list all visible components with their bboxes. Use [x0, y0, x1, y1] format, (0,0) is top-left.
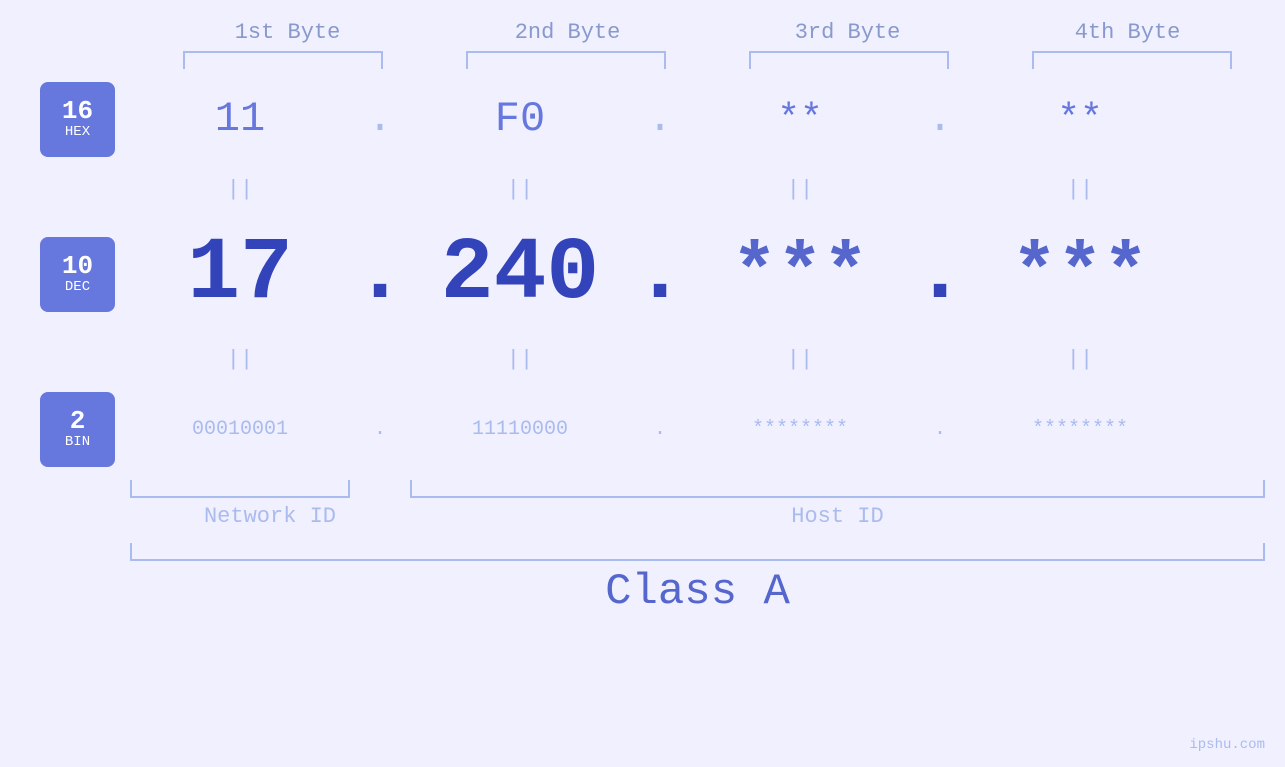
dec-dot-2: . — [630, 225, 690, 324]
hex-val-1: 11 — [130, 95, 350, 143]
dec-dot-3: . — [910, 225, 970, 324]
bracket-3 — [749, 51, 949, 69]
bin-dot-2: . — [630, 418, 690, 441]
dec-val-2: 240 — [410, 225, 630, 324]
bin-val-2: 11110000 — [410, 418, 630, 441]
hex-badge: 16 HEX — [40, 82, 115, 157]
class-section: Class A — [130, 543, 1265, 617]
data-rows: 11 . F0 . ** . ** || || || || 17 — [130, 74, 1265, 767]
network-id-label: Network ID — [130, 504, 410, 529]
host-bracket — [410, 480, 1265, 498]
class-label: Class A — [130, 567, 1265, 617]
hex-row: 11 . F0 . ** . ** — [130, 74, 1265, 164]
sep-row-1: || || || || — [130, 164, 1265, 214]
sep-1-4: || — [970, 177, 1190, 202]
hex-dot-3: . — [910, 95, 970, 143]
sep-2-3: || — [690, 347, 910, 372]
sep-1-1: || — [130, 177, 350, 202]
bracket-4 — [1032, 51, 1232, 69]
dec-val-1: 17 — [130, 225, 350, 324]
bin-row: 00010001 . 11110000 . ******** . *******… — [130, 384, 1265, 474]
bin-val-1: 00010001 — [130, 418, 350, 441]
bin-val-3: ******** — [690, 418, 910, 441]
bin-val-4: ******** — [970, 418, 1190, 441]
sep-1-3: || — [690, 177, 910, 202]
hex-dot-2: . — [630, 95, 690, 143]
sep-2-1: || — [130, 347, 350, 372]
dec-dot-1: . — [350, 225, 410, 324]
byte-header-4: 4th Byte — [1018, 20, 1238, 45]
bin-dot-1: . — [350, 418, 410, 441]
bracket-2 — [466, 51, 666, 69]
dec-row: 17 . 240 . *** . *** — [130, 214, 1265, 334]
id-labels: Network ID Host ID — [130, 504, 1265, 529]
hex-val-3: ** — [690, 98, 910, 141]
byte-header-3: 3rd Byte — [738, 20, 958, 45]
hex-val-4: ** — [970, 98, 1190, 141]
sep-row-2: || || || || — [130, 334, 1265, 384]
sep-1-2: || — [410, 177, 630, 202]
page-container: 1st Byte 2nd Byte 3rd Byte 4th Byte 16 H… — [0, 0, 1285, 767]
class-bracket — [130, 543, 1265, 561]
bin-dot-3: . — [910, 418, 970, 441]
bottom-brackets — [130, 480, 1265, 498]
dec-val-4: *** — [970, 231, 1190, 317]
hex-dot-1: . — [350, 95, 410, 143]
bin-badge: 2 BIN — [40, 392, 115, 467]
dec-val-3: *** — [690, 231, 910, 317]
watermark: ipshu.com — [1189, 737, 1265, 753]
sep-2-4: || — [970, 347, 1190, 372]
badges-column: 16 HEX 10 DEC 2 BIN — [0, 74, 130, 767]
byte-header-1: 1st Byte — [178, 20, 398, 45]
dec-badge: 10 DEC — [40, 237, 115, 312]
byte-header-2: 2nd Byte — [458, 20, 678, 45]
sep-2-2: || — [410, 347, 630, 372]
hex-val-2: F0 — [410, 95, 630, 143]
bracket-1 — [183, 51, 383, 69]
net-bracket — [130, 480, 350, 498]
host-id-label: Host ID — [410, 504, 1265, 529]
